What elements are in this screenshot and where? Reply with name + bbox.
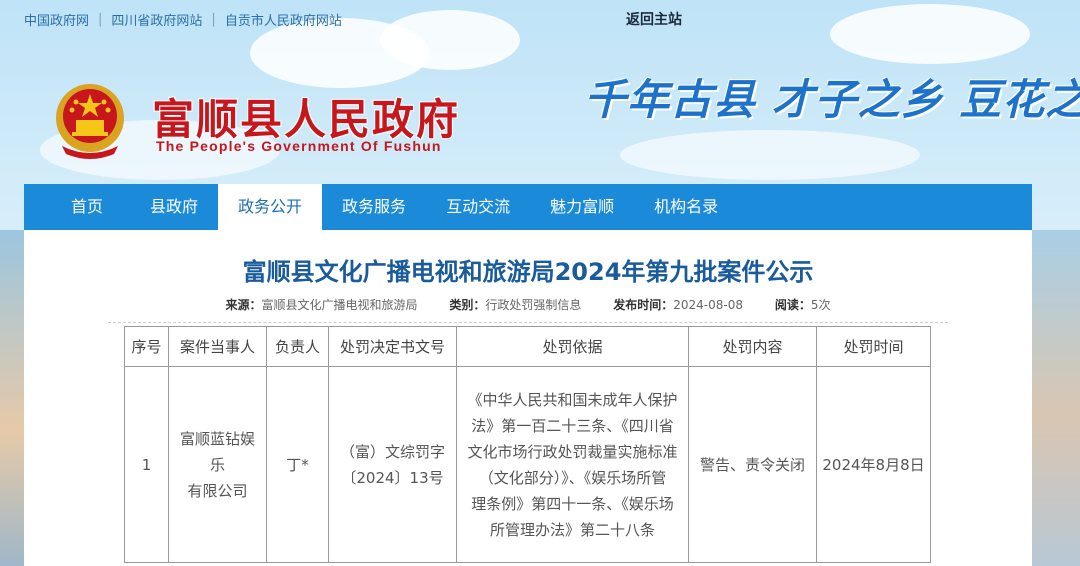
meta-source-label: 来源：	[225, 298, 262, 312]
article-meta: 来源：富顺县文化广播电视和旅游局 类别：行政处罚强制信息 发布时间：2024-0…	[24, 296, 1032, 313]
nav-item-charm-fushun[interactable]: 魅力富顺	[530, 184, 634, 230]
city-skyline-right	[1032, 230, 1080, 566]
cell-party-line: 有限公司	[187, 481, 248, 500]
meta-category: 行政处罚强制信息	[485, 298, 582, 312]
cell-basis-line: 理条例》第四十一条、《娱乐场	[471, 494, 674, 513]
col-header-content: 处罚内容	[688, 326, 817, 367]
main-nav: 首页 县政府 政务公开 政务服务 互动交流 魅力富顺 机构名录	[24, 184, 1032, 230]
city-skyline-left	[0, 230, 24, 566]
col-header-owner: 负责人	[266, 326, 329, 367]
meta-reads: 5次	[810, 298, 831, 312]
col-header-basis: 处罚依据	[456, 326, 689, 367]
nav-item-gov-services[interactable]: 政务服务	[322, 184, 426, 230]
divider: |	[211, 12, 216, 27]
col-header-party: 案件当事人	[168, 326, 267, 367]
cell-basis-line: 法》第一百二十三条、《四川省	[471, 416, 674, 435]
cell-party-line: 富顺蓝钻娱乐	[179, 429, 255, 474]
table-row: 1 富顺蓝钻娱乐 有限公司 丁* （富）文综罚字 〔2024〕13号 《中华人民…	[124, 366, 931, 563]
link-gov-cn[interactable]: 中国政府网	[24, 10, 89, 29]
site-header: 富顺县人民政府 The People's Government Of Fushu…	[0, 36, 1080, 184]
cell-basis-line: （文化部分）》、《娱乐场所管	[478, 468, 667, 487]
cell-doc-number: （富）文综罚字 〔2024〕13号	[328, 366, 457, 563]
link-sichuan-gov[interactable]: 四川省政府网站	[111, 10, 202, 29]
cell-owner: 丁*	[266, 366, 329, 563]
cell-basis-line: 所管理办法》第二十八条	[489, 520, 655, 539]
site-slogan: 千年古县 才子之乡 豆花之	[584, 75, 1080, 124]
nav-item-home[interactable]: 首页	[24, 184, 130, 230]
cell-basis-line: 《中华人民共和国未成年人保护	[467, 390, 678, 409]
link-zigong-gov[interactable]: 自贡市人民政府网站	[225, 10, 342, 29]
article-title: 富顺县文化广播电视和旅游局2024年第九批案件公示	[242, 258, 814, 286]
col-header-index: 序号	[124, 326, 169, 367]
nav-item-gov-affairs-open[interactable]: 政务公开	[218, 184, 323, 230]
meta-source: 富顺县文化广播电视和旅游局	[261, 298, 418, 312]
return-home-link[interactable]: 返回主站	[626, 9, 682, 29]
meta-reads-label: 阅读：	[774, 298, 811, 312]
site-subtitle: The People's Government Of Fushun	[156, 138, 442, 154]
article-content: 富顺县文化广播电视和旅游局2024年第九批案件公示 来源：富顺县文化广播电视和旅…	[24, 230, 1032, 566]
meta-category-label: 类别：	[449, 298, 486, 312]
case-table: 序号 案件当事人 负责人 处罚决定书文号 处罚依据 处罚内容 处罚时间 1 富顺…	[124, 326, 931, 563]
divider: |	[98, 12, 103, 27]
nav-item-county-gov[interactable]: 县政府	[130, 184, 218, 230]
nav-item-agency-directory[interactable]: 机构名录	[634, 184, 738, 230]
cell-doc-line: （富）文综罚字	[339, 442, 445, 461]
top-links: 中国政府网 | 四川省政府网站 | 自贡市人民政府网站	[24, 10, 342, 29]
meta-date: 2024-08-08	[673, 298, 743, 312]
cell-basis-line: 文化市场行政处罚裁量实施标准	[467, 442, 678, 461]
table-header-row: 序号 案件当事人 负责人 处罚决定书文号 处罚依据 处罚内容 处罚时间	[124, 326, 931, 367]
col-header-doc-number: 处罚决定书文号	[328, 326, 457, 367]
meta-date-label: 发布时间：	[613, 298, 674, 312]
cell-basis: 《中华人民共和国未成年人保护 法》第一百二十三条、《四川省 文化市场行政处罚裁量…	[456, 366, 689, 563]
cell-doc-line: 〔2024〕13号	[341, 468, 444, 487]
cell-content: 警告、责令关闭	[688, 366, 817, 563]
cell-index: 1	[124, 366, 169, 563]
cell-party: 富顺蓝钻娱乐 有限公司	[168, 366, 267, 563]
nav-item-interaction[interactable]: 互动交流	[426, 184, 530, 230]
national-emblem-icon	[56, 84, 124, 159]
meta-divider	[108, 322, 948, 323]
cell-time: 2024年8月8日	[816, 366, 931, 563]
top-bar: 中国政府网 | 四川省政府网站 | 自贡市人民政府网站 返回主站	[0, 0, 1080, 36]
col-header-time: 处罚时间	[816, 326, 931, 367]
